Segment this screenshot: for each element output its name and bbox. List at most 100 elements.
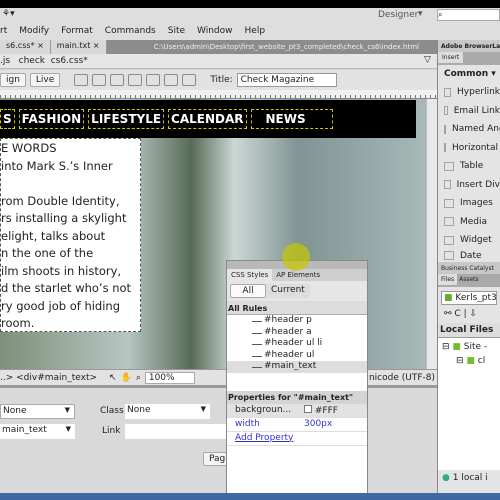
id-select[interactable]: main_text ▼ bbox=[0, 424, 75, 439]
rule-item[interactable]: #header p bbox=[227, 315, 367, 327]
site-select[interactable]: ■ Kerls_pt3 bbox=[441, 290, 497, 305]
rule-item[interactable]: #header ul bbox=[227, 350, 367, 362]
zoom-tool-icon[interactable]: ⌕ bbox=[136, 373, 141, 383]
class-select[interactable]: None ▼ bbox=[125, 404, 210, 419]
design-view-button[interactable]: ign bbox=[0, 73, 26, 87]
property-row[interactable]: backgroun... #FFF bbox=[227, 403, 367, 418]
menu-help[interactable]: Help bbox=[245, 26, 266, 36]
menu-modify[interactable]: Modify bbox=[19, 26, 49, 36]
tab-files[interactable]: Files bbox=[438, 273, 458, 285]
tab-css-styles[interactable]: CSS Styles bbox=[227, 269, 273, 281]
rule-item[interactable]: #header ul li bbox=[227, 338, 367, 350]
current-button[interactable]: Current bbox=[266, 284, 310, 298]
tab-insert[interactable]: Insert bbox=[438, 52, 464, 63]
preview-browser-icon[interactable] bbox=[92, 74, 107, 86]
nav-calendar[interactable]: CALENDAR bbox=[168, 109, 247, 129]
w3c-validation-icon[interactable] bbox=[128, 74, 143, 86]
vertical-scrollbar[interactable] bbox=[426, 99, 437, 369]
visual-aids-icon[interactable] bbox=[164, 74, 179, 86]
insert-hyperlink[interactable]: Hyperlink bbox=[438, 83, 500, 102]
insert-media[interactable]: Media bbox=[438, 213, 500, 232]
file-management-icon[interactable] bbox=[110, 74, 125, 86]
main-text-div[interactable]: E WORDS into Mark S.’s Inner rom Double … bbox=[0, 138, 141, 332]
business-catalyst-header[interactable]: Business Catalyst bbox=[438, 261, 500, 274]
check-browser-icon[interactable] bbox=[146, 74, 161, 86]
refresh-icon[interactable] bbox=[182, 74, 197, 86]
format-select[interactable]: None ▼ bbox=[0, 404, 75, 419]
related-files[interactable]: .js check cs6.css* bbox=[0, 56, 88, 66]
add-property-link[interactable]: Add Property bbox=[227, 432, 301, 445]
property-row[interactable]: width 300px bbox=[227, 418, 367, 432]
live-view-button[interactable]: Live bbox=[29, 73, 61, 87]
close-icon[interactable]: × bbox=[37, 41, 44, 50]
search-input[interactable]: ⌕ bbox=[437, 9, 500, 21]
all-button[interactable]: All bbox=[230, 284, 266, 298]
tree-item-site[interactable]: ⊟ ■ Site - bbox=[442, 340, 496, 354]
page-header-nav: S FASHION LIFESTYLE CALENDAR NEWS bbox=[0, 100, 416, 138]
format-value: None bbox=[3, 406, 27, 416]
hand-tool-icon[interactable]: ✋ bbox=[121, 373, 132, 383]
get-files-icon[interactable]: ⇩ bbox=[469, 309, 477, 319]
color-swatch[interactable] bbox=[304, 404, 312, 413]
menu-commands[interactable]: Commands bbox=[105, 26, 156, 36]
property-value[interactable]: 300px bbox=[296, 418, 340, 431]
connect-icon[interactable]: ⚯ bbox=[444, 309, 452, 319]
tab-css[interactable]: s6.css* × bbox=[0, 40, 51, 54]
chevron-down-icon: ▼ bbox=[64, 406, 70, 414]
tree-item[interactable]: ⊟ ■ cl bbox=[442, 354, 496, 368]
link-input[interactable] bbox=[125, 424, 226, 439]
insert-widget[interactable]: Widget bbox=[438, 231, 500, 250]
workspace-switcher[interactable]: Designer bbox=[378, 10, 418, 20]
link-label: Link bbox=[102, 426, 121, 436]
item-label: Media bbox=[460, 216, 488, 227]
close-icon[interactable]: × bbox=[93, 41, 100, 50]
class-value: None bbox=[127, 405, 151, 415]
encoding: nicode (UTF-8) bbox=[368, 372, 435, 383]
site-icon[interactable]: ⚘▾ bbox=[2, 9, 15, 19]
insert-horizontal-rule[interactable]: Horizontal Rule bbox=[438, 139, 500, 158]
text-line: room. bbox=[1, 316, 35, 330]
insert-images[interactable]: Images bbox=[438, 194, 500, 213]
select-tool-icon[interactable]: ↖ bbox=[109, 373, 117, 383]
browserlab-header[interactable]: Adobe BrowserLab bbox=[438, 40, 500, 52]
search-icon: ⌕ bbox=[438, 10, 443, 19]
filter-icon[interactable]: ▽ bbox=[424, 55, 431, 65]
category-select[interactable]: Common ▾ bbox=[438, 65, 500, 83]
tab-main-txt[interactable]: main.txt × bbox=[50, 40, 107, 54]
zoom-select[interactable]: 100% bbox=[144, 371, 195, 384]
menu-format[interactable]: Format bbox=[61, 26, 93, 36]
tag-selector[interactable]: ..> <div#main_text> bbox=[0, 373, 97, 383]
insert-div[interactable]: Insert Div bbox=[438, 176, 500, 195]
insert-date[interactable]: Date bbox=[438, 250, 500, 262]
nav-fashion[interactable]: FASHION bbox=[18, 109, 85, 129]
insert-table[interactable]: Table bbox=[438, 157, 500, 176]
multiscreen-icon[interactable] bbox=[74, 74, 89, 86]
nav-item[interactable]: S bbox=[0, 109, 15, 129]
menu-window[interactable]: Window bbox=[197, 26, 233, 36]
nav-lifestyle[interactable]: LIFESTYLE bbox=[88, 109, 165, 129]
insert-email-link[interactable]: Email Link bbox=[438, 102, 500, 121]
window-top bbox=[0, 0, 500, 8]
title-input[interactable]: Check Magazine bbox=[236, 73, 337, 87]
add-property-row: Add Property bbox=[227, 432, 367, 446]
nav-news[interactable]: NEWS bbox=[250, 109, 333, 129]
related-files-bar[interactable]: .js check cs6.css* ▽ bbox=[0, 54, 437, 69]
text-line: ilm shoots in history, bbox=[1, 263, 122, 278]
site-name: Kerls_pt3 bbox=[455, 292, 497, 303]
menu-site[interactable]: Site bbox=[168, 26, 185, 36]
right-panel: Adobe BrowserLab Insert Common ▾ Hyperli… bbox=[437, 40, 500, 493]
text-line: d the starlet who’s not bbox=[1, 281, 132, 295]
local-files-header: Local Files bbox=[438, 322, 500, 338]
rule-item[interactable]: #header a bbox=[227, 327, 367, 339]
image-icon bbox=[444, 198, 454, 208]
chevron-down-icon[interactable]: ▾ bbox=[418, 9, 423, 19]
tab-assets[interactable]: Assets bbox=[459, 276, 479, 283]
anchor-icon bbox=[444, 124, 446, 134]
refresh-icon[interactable]: C bbox=[454, 309, 460, 319]
property-value[interactable]: #FFF bbox=[296, 404, 346, 417]
rule-item-selected[interactable]: #main_text bbox=[227, 361, 367, 373]
document-tabs: s6.css* × main.txt × C:\Users\admin\Desk… bbox=[0, 40, 437, 54]
menu-insert[interactable]: rt bbox=[0, 26, 7, 36]
file-tree[interactable]: ⊟ ■ Site - ⊟ ■ cl bbox=[438, 337, 500, 470]
insert-named-anchor[interactable]: Named Anchor bbox=[438, 120, 500, 139]
